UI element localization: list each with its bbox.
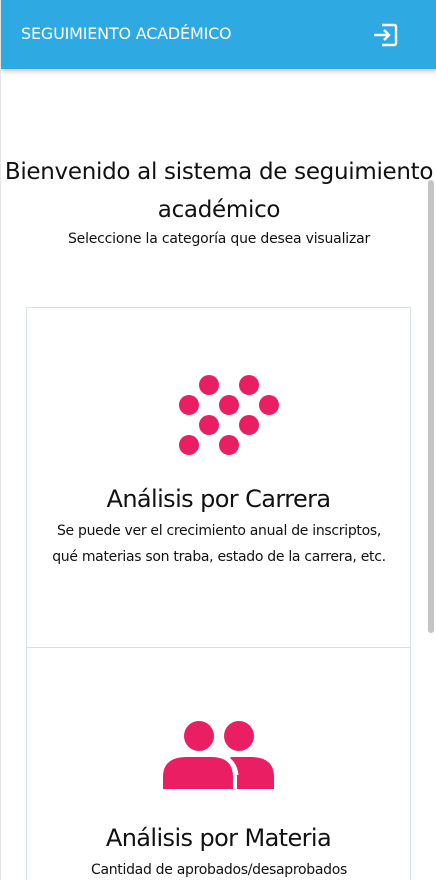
top-app-bar: SEGUIMIENTO ACADÉMICO <box>1 0 436 69</box>
dots-cluster-icon <box>179 375 279 455</box>
welcome-subtitle: Seleccione la categoría que desea visual… <box>67 231 371 247</box>
card-description: Se puede ver el crecimiento anual de ins… <box>52 523 386 565</box>
scrollbar[interactable] <box>426 69 436 880</box>
card-description: Cantidad de aprobados/desaprobados <box>90 862 348 878</box>
scrollbar-thumb[interactable] <box>428 180 434 633</box>
app-title: SEGUIMIENTO ACADÉMICO <box>21 24 232 43</box>
card-analisis-materia[interactable]: Análisis por Materia Cantidad de aprobad… <box>26 647 411 880</box>
welcome-title: Bienvenido al sistema de seguimiento aca… <box>4 159 434 223</box>
logout-icon <box>374 23 398 47</box>
card-title: Análisis por Materia <box>105 824 332 852</box>
app-window: SEGUIMIENTO ACADÉMICO Bienvenido al sist… <box>0 0 436 880</box>
card-title: Análisis por Carrera <box>106 485 332 513</box>
logout-button[interactable] <box>372 23 398 47</box>
users-icon <box>163 721 274 789</box>
card-analisis-carrera[interactable]: Análisis por Carrera Se puede ver el cre… <box>26 307 411 648</box>
